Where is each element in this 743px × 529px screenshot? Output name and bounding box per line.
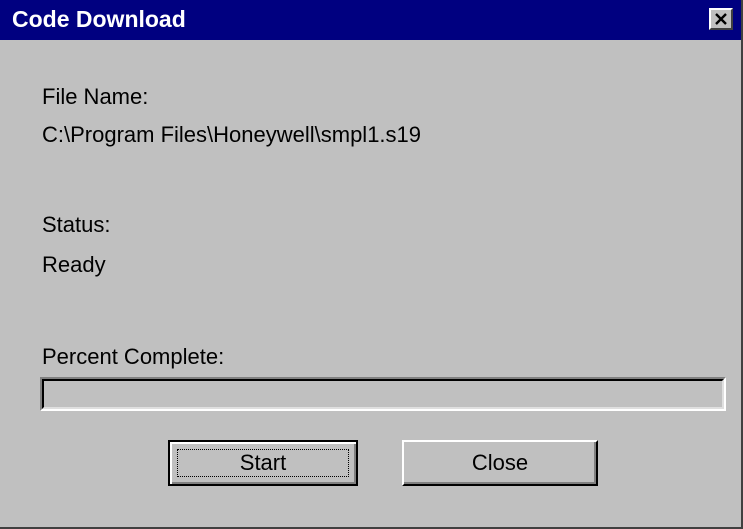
code-download-dialog: Code Download File Name: C:\Program File… [0,0,743,529]
close-button-label: Close [471,450,529,475]
title-bar[interactable]: Code Download [0,0,741,40]
file-name-label: File Name: [42,84,149,109]
start-button[interactable]: Start [168,440,358,486]
progress-bar-well [42,379,724,409]
title-close-button[interactable] [709,8,733,30]
file-name-value: C:\Program Files\Honeywell\smpl1.s19 [42,122,422,147]
focus-rectangle [177,449,349,477]
percent-complete-label: Percent Complete: [42,344,225,369]
window-title: Code Download [12,6,186,32]
status-label: Status: [42,212,111,237]
close-button[interactable]: Close [402,440,598,486]
progress-bar [40,377,726,411]
close-x-icon [714,13,728,25]
status-value: Ready [42,252,106,277]
